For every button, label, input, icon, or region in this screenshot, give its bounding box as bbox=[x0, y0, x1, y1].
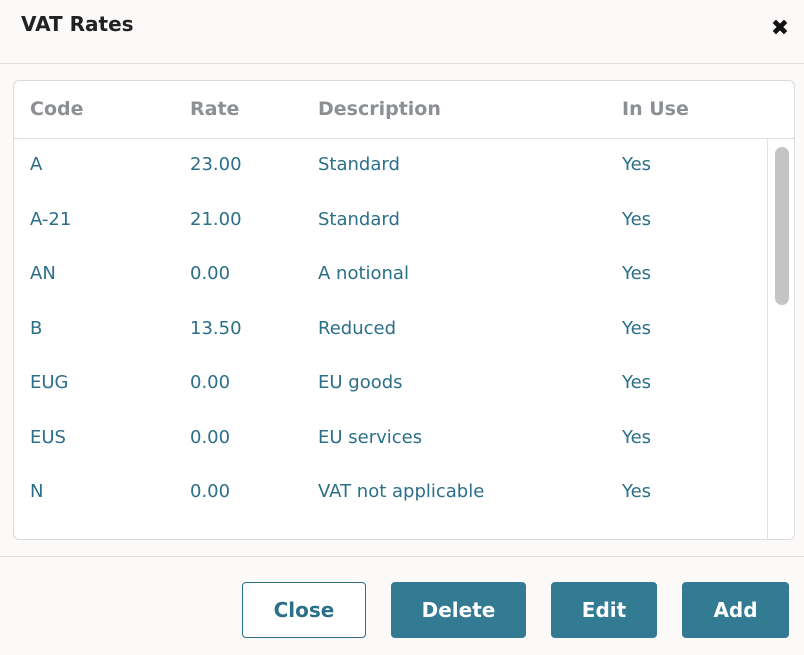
cell-in-use: Yes bbox=[622, 154, 652, 175]
column-header-code[interactable]: Code bbox=[30, 98, 83, 120]
cell-code: EUG bbox=[30, 372, 69, 393]
table-row[interactable]: B 13.50 Reduced Yes bbox=[14, 303, 766, 358]
table-header: Code Rate Description In Use bbox=[14, 81, 794, 139]
cell-description: Standard bbox=[318, 208, 400, 230]
table-row[interactable]: A 23.00 Standard Yes bbox=[14, 139, 766, 194]
dialog-header: VAT Rates ✖ bbox=[0, 0, 804, 64]
cell-in-use: Yes bbox=[622, 426, 652, 448]
cell-description: Standard bbox=[318, 154, 400, 175]
table-row[interactable]: EUG 0.00 EU goods Yes bbox=[14, 357, 766, 412]
cell-description: Reduced bbox=[318, 317, 397, 339]
cell-code: AN bbox=[30, 263, 56, 284]
table-body: A 23.00 Standard Yes A-21 21.00 Standard… bbox=[14, 139, 766, 521]
edit-button[interactable]: Edit bbox=[551, 582, 657, 638]
cell-description: A notional bbox=[318, 263, 409, 284]
scrollbar-thumb[interactable] bbox=[775, 147, 789, 305]
dialog-title: VAT Rates bbox=[21, 12, 134, 36]
cell-code: A bbox=[30, 154, 43, 175]
cell-rate: 23.00 bbox=[190, 154, 242, 175]
column-header-description[interactable]: Description bbox=[318, 98, 441, 120]
cell-rate: 0.00 bbox=[190, 263, 231, 284]
add-button[interactable]: Add bbox=[682, 582, 789, 638]
cell-in-use: Yes bbox=[622, 263, 652, 284]
vat-rates-table: Code Rate Description In Use A 23.00 Sta… bbox=[13, 80, 795, 540]
cell-rate: 13.50 bbox=[190, 317, 242, 339]
close-button[interactable]: Close bbox=[242, 582, 366, 638]
cell-code: EUS bbox=[30, 426, 66, 448]
cell-in-use: Yes bbox=[622, 317, 652, 339]
vat-rates-dialog: VAT Rates ✖ Code Rate Description In Use… bbox=[0, 0, 804, 654]
cell-code: A-21 bbox=[30, 208, 72, 230]
table-row[interactable]: N 0.00 VAT not applicable Yes bbox=[14, 466, 766, 521]
table-row[interactable]: A-21 21.00 Standard Yes bbox=[14, 194, 766, 249]
cell-rate: 0.00 bbox=[190, 481, 231, 502]
close-icon[interactable]: ✖ bbox=[770, 18, 790, 40]
cell-description: VAT not applicable bbox=[318, 481, 485, 502]
cell-in-use: Yes bbox=[622, 208, 652, 230]
cell-rate: 0.00 bbox=[190, 372, 231, 393]
cell-code: N bbox=[30, 481, 44, 502]
dialog-footer: Close Delete Edit Add bbox=[0, 556, 804, 655]
delete-button[interactable]: Delete bbox=[391, 582, 526, 638]
cell-in-use: Yes bbox=[622, 481, 652, 502]
cell-in-use: Yes bbox=[622, 372, 652, 393]
cell-description: EU services bbox=[318, 426, 423, 448]
column-header-rate[interactable]: Rate bbox=[190, 98, 239, 120]
table-row[interactable]: AN 0.00 A notional Yes bbox=[14, 248, 766, 303]
cell-rate: 0.00 bbox=[190, 426, 231, 448]
vertical-scrollbar[interactable] bbox=[767, 139, 794, 539]
cell-code: B bbox=[30, 317, 43, 339]
cell-rate: 21.00 bbox=[190, 208, 242, 230]
table-row[interactable]: EUS 0.00 EU services Yes bbox=[14, 412, 766, 467]
column-header-in-use[interactable]: In Use bbox=[622, 98, 689, 120]
cell-description: EU goods bbox=[318, 372, 403, 393]
